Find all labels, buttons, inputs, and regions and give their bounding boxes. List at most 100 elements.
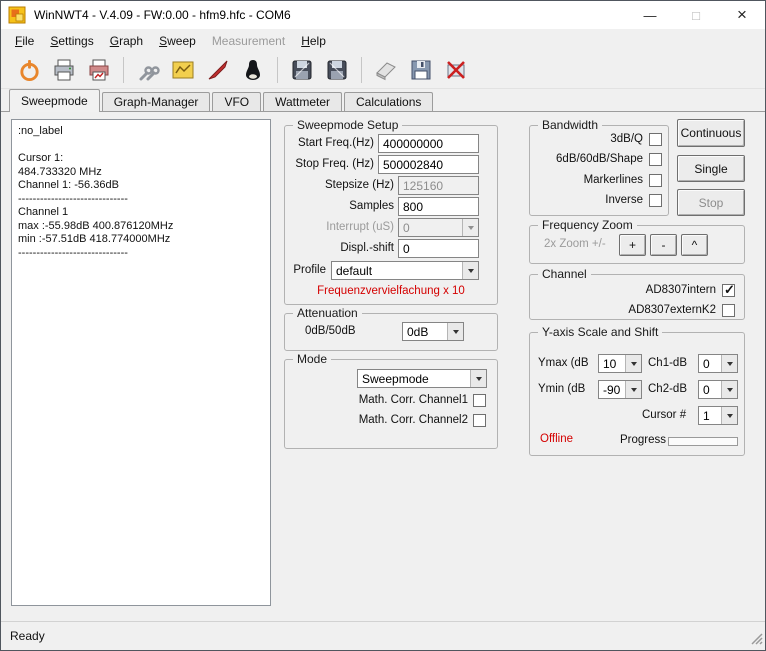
menu-settings[interactable]: Settings [42,31,101,51]
disk-load-icon [290,58,314,82]
menu-graph[interactable]: Graph [102,31,151,51]
stop-freq-input[interactable]: 500002840 [378,155,479,174]
samples-input[interactable]: 800 [398,197,479,216]
offline-status: Offline [540,433,573,445]
attenuation-label: 0dB/50dB [305,325,356,337]
tux-toolbar-button[interactable] [237,55,269,85]
window-title: WinNWT4 - V.4.09 - FW:0.00 - hfm9.hfc - … [34,8,291,22]
ch1-db-combobox[interactable]: 0 [698,354,738,373]
print-icon [52,58,76,82]
eraser-icon [374,58,398,82]
zoom-up-button[interactable]: ^ [681,234,708,256]
bandwidth-3db-checkbox[interactable] [649,133,662,146]
start-freq-input[interactable]: 400000000 [378,134,479,153]
tab-graph-manager[interactable]: Graph-Manager [102,92,211,111]
save-toolbar-button[interactable] [405,55,437,85]
profile-value: default [332,262,462,279]
cursor-number-value: 1 [699,407,721,424]
ad8307externk2-label: AD8307externK2 [530,304,716,316]
info-line: max :-55.98dB 400.876120MHz [18,220,264,234]
tools-toolbar-button[interactable] [132,55,164,85]
zoom-2x-label: 2x Zoom +/- [544,238,606,250]
tab-wattmeter[interactable]: Wattmeter [263,92,342,111]
dropdown-arrow-icon [625,355,641,372]
probe-toolbar-button[interactable] [202,55,234,85]
profile-combobox[interactable]: default [331,261,479,280]
stop-button[interactable]: Stop [677,189,745,216]
math-corr-channel1-checkbox[interactable] [473,394,486,407]
info-line: 484.733320 MHz [18,166,264,180]
print-graph-icon [87,58,111,82]
menu-help[interactable]: Help [293,31,334,51]
print-toolbar-button[interactable] [48,55,80,85]
attenuation-combobox[interactable]: 0dB [402,322,464,341]
tools-icon [136,58,160,82]
menu-measurement[interactable]: Measurement [204,31,293,51]
toolbar [1,52,765,89]
continuous-button[interactable]: Continuous [677,119,745,147]
ch2-db-combobox[interactable]: 0 [698,380,738,399]
power-icon [18,59,41,82]
winnwt4-window: WinNWT4 - V.4.09 - FW:0.00 - hfm9.hfc - … [0,0,766,651]
math-corr-channel1-label: Math. Corr. Channel1 [285,394,468,406]
ymin-value: -90 [599,381,625,398]
dropdown-arrow-icon [462,262,478,279]
disk-load-toolbar-button[interactable] [286,55,318,85]
title-bar: WinNWT4 - V.4.09 - FW:0.00 - hfm9.hfc - … [1,1,765,29]
mode-combobox[interactable]: Sweepmode [357,369,487,388]
resize-grip-icon[interactable] [749,631,763,648]
save-icon [409,58,433,82]
disconnect-toolbar-button[interactable] [440,55,472,85]
ad8307externk2-checkbox[interactable] [722,304,735,317]
calibration-icon [171,58,195,82]
calibration-toolbar-button[interactable] [167,55,199,85]
mode-title: Mode [293,352,331,366]
zoom-in-button[interactable]: + [619,234,646,256]
tab-sweepmode[interactable]: Sweepmode [9,89,100,112]
frequency-multiplier-note: Frequenzvervielfachung x 10 [285,285,497,297]
frequency-zoom-title: Frequency Zoom [538,218,637,232]
frequency-zoom-group: Frequency Zoom 2x Zoom +/- + - ^ [529,225,745,264]
single-button[interactable]: Single [677,155,745,182]
stepsize-input[interactable]: 125160 [398,176,479,195]
samples-label: Samples [285,200,394,212]
displ-shift-input[interactable]: 0 [398,239,479,258]
ymin-label: Ymin (dB [538,383,585,395]
minimize-button[interactable]: — [627,1,673,29]
ymax-value: 10 [599,355,625,372]
displ-shift-label: Displ.-shift [285,242,394,254]
menu-sweep[interactable]: Sweep [151,31,204,51]
attenuation-title: Attenuation [293,306,362,320]
bandwidth-6db-checkbox[interactable] [649,153,662,166]
eraser-toolbar-button[interactable] [370,55,402,85]
dropdown-arrow-icon [625,381,641,398]
zoom-out-button[interactable]: - [650,234,677,256]
disk-save-toolbar-button[interactable] [321,55,353,85]
dropdown-arrow-icon [462,219,478,236]
stepsize-label: Stepsize (Hz) [285,179,394,191]
ad8307intern-checkbox[interactable] [722,284,735,297]
close-button[interactable]: × [719,1,765,29]
markerlines-checkbox[interactable] [649,174,662,187]
inverse-checkbox[interactable] [649,194,662,207]
maximize-button[interactable]: □ [673,1,719,29]
start-freq-label: Start Freq.(Hz) [285,137,374,149]
tab-calculations[interactable]: Calculations [344,92,433,111]
disk-save-icon [325,58,349,82]
menu-file[interactable]: File [7,31,42,51]
status-bar: Ready [1,621,765,650]
cursor-number-combobox[interactable]: 1 [698,406,738,425]
info-line: Channel 1: -56.36dB [18,179,264,193]
mode-value: Sweepmode [358,370,470,387]
y-axis-title: Y-axis Scale and Shift [538,325,662,339]
ymax-combobox[interactable]: 10 [598,354,642,373]
interrupt-combobox[interactable]: 0 [398,218,479,237]
print-graph-toolbar-button[interactable] [83,55,115,85]
math-corr-channel2-checkbox[interactable] [473,414,486,427]
bandwidth-3db-label: 3dB/Q [530,133,643,145]
info-line: :no_label [18,125,264,139]
tab-vfo[interactable]: VFO [212,92,261,111]
ymin-combobox[interactable]: -90 [598,380,642,399]
info-line: min :-57.51dB 418.774000MHz [18,233,264,247]
power-toolbar-button[interactable] [13,55,45,85]
